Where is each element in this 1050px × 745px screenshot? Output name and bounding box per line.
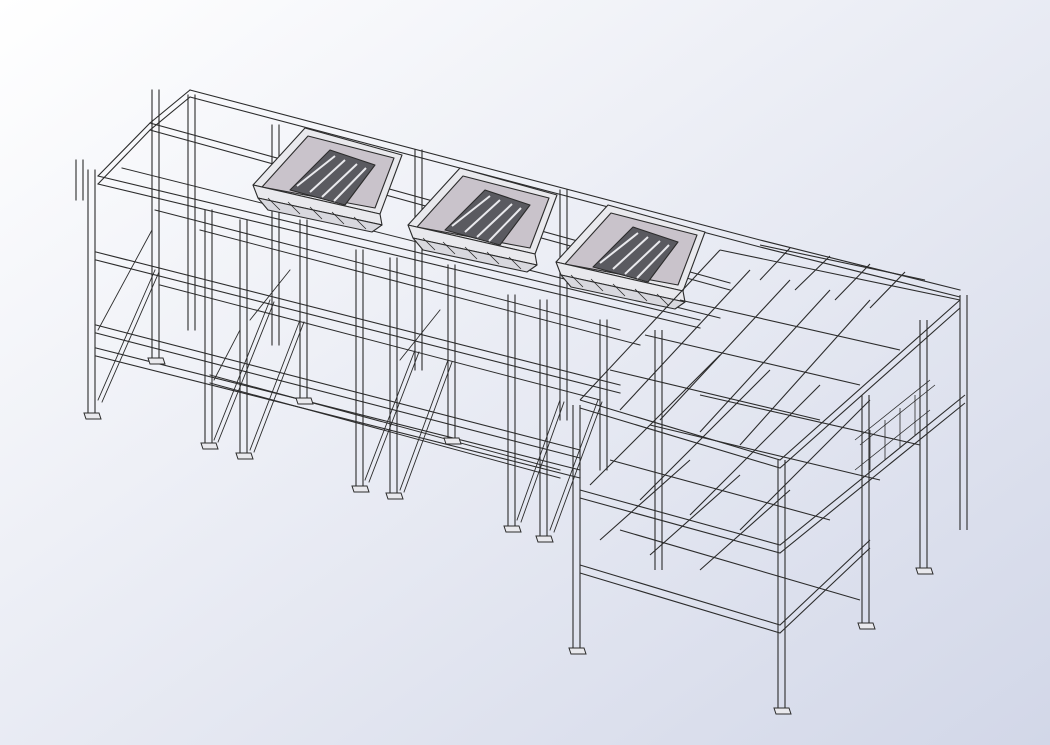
steel-structure-model[interactable] bbox=[0, 0, 1050, 745]
cad-model-viewport[interactable] bbox=[0, 0, 1050, 745]
viewport-background bbox=[0, 0, 1050, 745]
